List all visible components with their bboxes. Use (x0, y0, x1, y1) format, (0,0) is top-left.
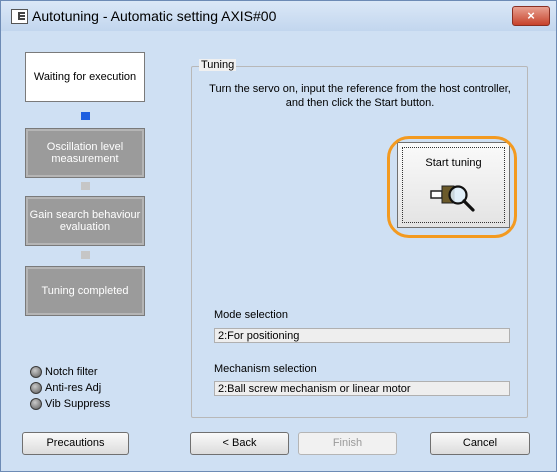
anti-res-adj-label: Anti-res Adj (45, 382, 102, 394)
tuning-instructions: Turn the servo on, input the reference f… (209, 83, 511, 109)
step-connector-3 (81, 251, 90, 259)
tuning-group-label: Tuning (199, 59, 237, 71)
step-connector-2 (81, 182, 90, 190)
notch-filter-indicator: Notch filter (30, 366, 98, 378)
mechanism-selection-field: 2:Ball screw mechanism or linear motor (214, 381, 510, 396)
mode-selection-label: Mode selection (214, 309, 288, 321)
vib-suppress-label: Vib Suppress (45, 398, 111, 410)
step-waiting-for-execution: Waiting for execution (25, 52, 145, 102)
anti-res-adj-indicator: Anti-res Adj (30, 382, 101, 394)
close-button[interactable]: × (512, 6, 550, 26)
step-oscillation-level-measurement: Oscillation level measurement (25, 128, 145, 178)
precautions-button[interactable]: Precautions (22, 432, 129, 455)
start-tuning-button[interactable]: Start tuning (397, 142, 510, 228)
cancel-button[interactable]: Cancel (430, 432, 530, 455)
anti-res-adj-led-icon (30, 382, 42, 394)
step-gain-search-behaviour-evaluation: Gain search behaviour evaluation (25, 196, 145, 246)
step-tuning-completed: Tuning completed (25, 266, 145, 316)
step-connector-1 (81, 112, 90, 120)
vib-suppress-led-icon (30, 398, 42, 410)
back-button[interactable]: < Back (190, 432, 289, 455)
app-icon (11, 9, 28, 24)
notch-filter-led-icon (30, 366, 42, 378)
title-bar: Autotuning - Automatic setting AXIS#00 × (1, 1, 556, 31)
vib-suppress-indicator: Vib Suppress (30, 398, 110, 410)
mechanism-selection-label: Mechanism selection (214, 363, 317, 375)
notch-filter-label: Notch filter (45, 366, 98, 378)
start-tuning-label: Start tuning (425, 157, 482, 169)
servo-magnifier-icon (430, 185, 475, 212)
finish-button[interactable]: Finish (298, 432, 397, 455)
mode-selection-field: 2:For positioning (214, 328, 510, 343)
window-title: Autotuning - Automatic setting AXIS#00 (32, 8, 277, 24)
